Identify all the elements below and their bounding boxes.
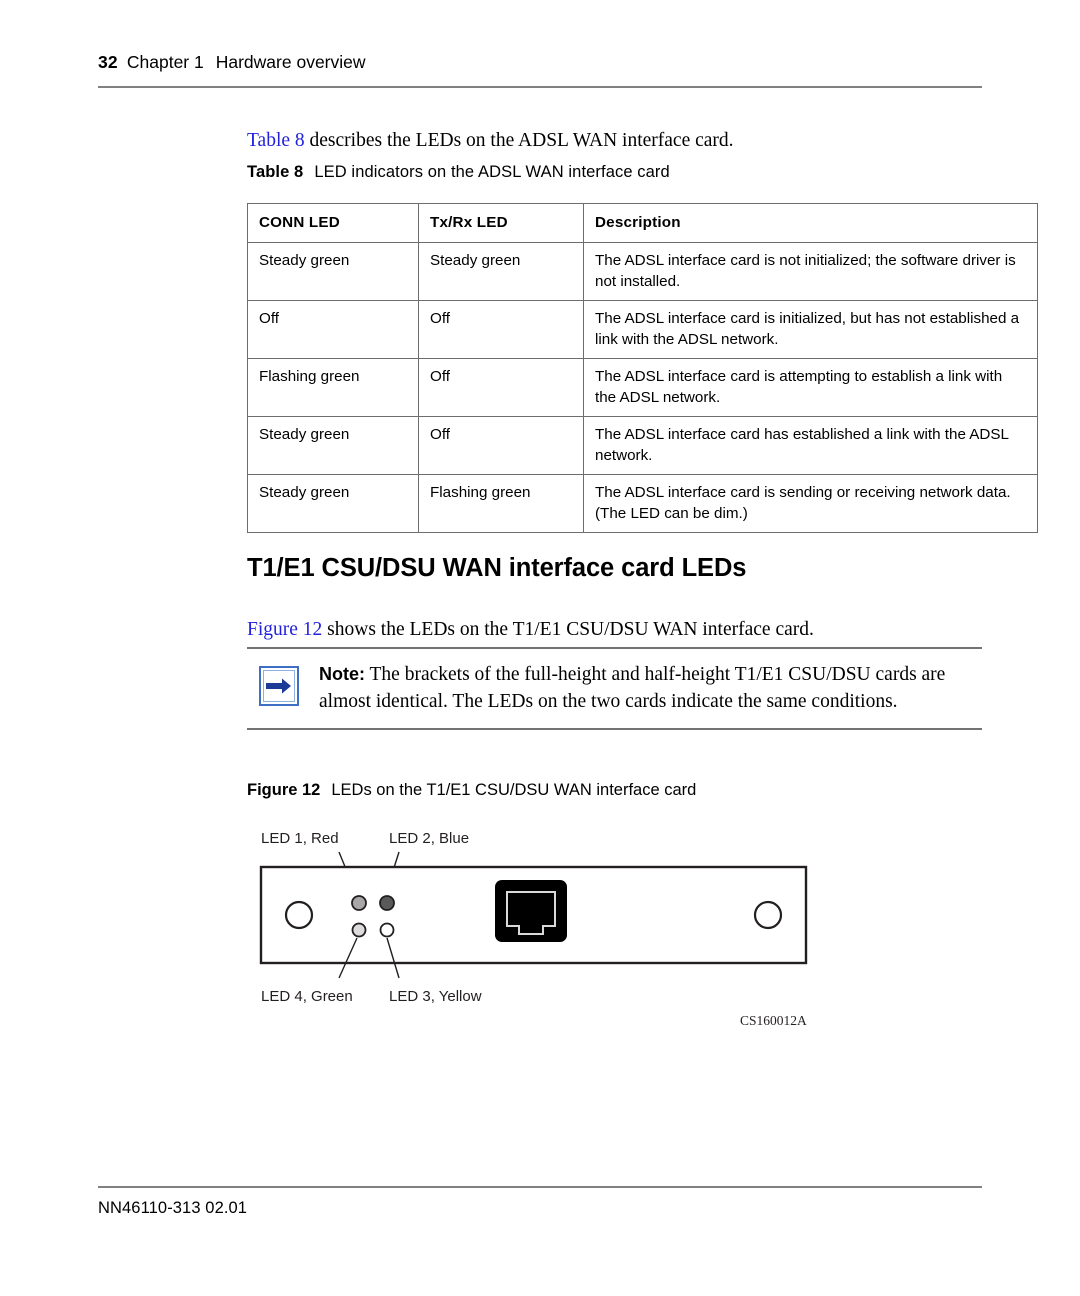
cell-txrx-led: Off — [418, 358, 584, 417]
cell-description: The ADSL interface card is not initializ… — [583, 242, 1038, 301]
table-caption-label: Table 8 — [247, 163, 304, 181]
note-body: The brackets of the full-height and half… — [319, 664, 946, 712]
figure-caption-text: LEDs on the T1/E1 CSU/DSU WAN interface … — [331, 781, 697, 799]
figure-label-led2: LED 2, Blue — [389, 830, 469, 847]
cell-txrx-led: Off — [418, 416, 584, 475]
section-heading: T1/E1 CSU/DSU WAN interface card LEDs — [247, 554, 747, 583]
figure-caption-label: Figure 12 — [247, 781, 321, 799]
mounting-hole-left — [284, 900, 314, 930]
figure-label-led3: LED 3, Yellow — [389, 988, 482, 1005]
led-indicator-2 — [379, 895, 395, 911]
rj45-jack — [495, 880, 567, 942]
note-block: Note: The brackets of the full-height an… — [247, 647, 982, 730]
cell-description: The ADSL interface card has established … — [583, 416, 1038, 475]
figure-intro-text: shows the LEDs on the T1/E1 CSU/DSU WAN … — [322, 618, 814, 640]
table-caption-text: LED indicators on the ADSL WAN interface… — [314, 163, 670, 181]
cell-conn-led: Flashing green — [247, 358, 419, 417]
header-chapter: Chapter 1 — [126, 52, 204, 72]
intro-paragraph: Table 8 describes the LEDs on the ADSL W… — [247, 128, 982, 154]
led-indicator-4 — [351, 922, 367, 938]
led-indicators-table: CONN LED Tx/Rx LED Description Steady gr… — [247, 203, 1038, 533]
figure-12-crossreference[interactable]: Figure 12 — [247, 619, 322, 640]
column-header-txrx-led: Tx/Rx LED — [418, 203, 584, 243]
cell-txrx-led: Flashing green — [418, 474, 584, 533]
table-header-row: CONN LED Tx/Rx LED Description — [247, 203, 1038, 243]
header-page-number: 32 — [98, 52, 118, 72]
arrow-right-icon — [259, 666, 299, 706]
footer-document-number: NN46110-313 02.01 — [98, 1199, 248, 1217]
figure-caption: Figure 12 LEDs on the T1/E1 CSU/DSU WAN i… — [247, 781, 982, 800]
mounting-hole-right — [753, 900, 783, 930]
figure-label-led1: LED 1, Red — [261, 830, 339, 847]
table-8-crossreference[interactable]: Table 8 — [247, 130, 305, 151]
figure-label-led4: LED 4, Green — [261, 988, 353, 1005]
document-page: 32 Chapter 1 Hardware overview Table 8 d… — [0, 0, 1080, 1296]
cell-description: The ADSL interface card is attempting to… — [583, 358, 1038, 417]
page-header: 32 Chapter 1 Hardware overview — [98, 52, 982, 73]
cell-txrx-led: Steady green — [418, 242, 584, 301]
note-bottom-divider — [247, 728, 982, 730]
cell-txrx-led: Off — [418, 300, 584, 359]
table-row: Off Off The ADSL interface card is initi… — [247, 300, 1038, 359]
cell-description: The ADSL interface card is initialized, … — [583, 300, 1038, 359]
intro-paragraph-text: describes the LEDs on the ADSL WAN inter… — [304, 129, 734, 151]
figure-intro-paragraph: Figure 12 shows the LEDs on the T1/E1 CS… — [247, 617, 982, 643]
table-row: Steady green Flashing green The ADSL int… — [247, 474, 1038, 533]
led-indicator-3 — [379, 922, 395, 938]
led-indicator-1 — [351, 895, 367, 911]
note-text: Note: The brackets of the full-height an… — [319, 661, 982, 715]
figure-id: CS160012A — [740, 1013, 807, 1028]
cell-conn-led: Steady green — [247, 416, 419, 475]
table-caption: Table 8 LED indicators on the ADSL WAN in… — [247, 163, 982, 182]
column-header-conn-led: CONN LED — [247, 203, 419, 243]
footer-divider — [98, 1186, 982, 1188]
cell-description: The ADSL interface card is sending or re… — [583, 474, 1038, 533]
note-label: Note: — [319, 664, 365, 684]
table-row: Flashing green Off The ADSL interface ca… — [247, 358, 1038, 417]
cell-conn-led: Steady green — [247, 242, 419, 301]
header-divider — [98, 86, 982, 88]
figure-illustration: LED 1, Red LED 2, Blue LED 4, Green LED … — [247, 818, 982, 1033]
cell-conn-led: Steady green — [247, 474, 419, 533]
header-section-title: Hardware overview — [215, 52, 366, 72]
cell-conn-led: Off — [247, 300, 419, 359]
table-row: Steady green Off The ADSL interface card… — [247, 416, 1038, 475]
column-header-description: Description — [583, 203, 1038, 243]
note-content: Note: The brackets of the full-height an… — [247, 649, 982, 728]
table-row: Steady green Steady green The ADSL inter… — [247, 242, 1038, 301]
